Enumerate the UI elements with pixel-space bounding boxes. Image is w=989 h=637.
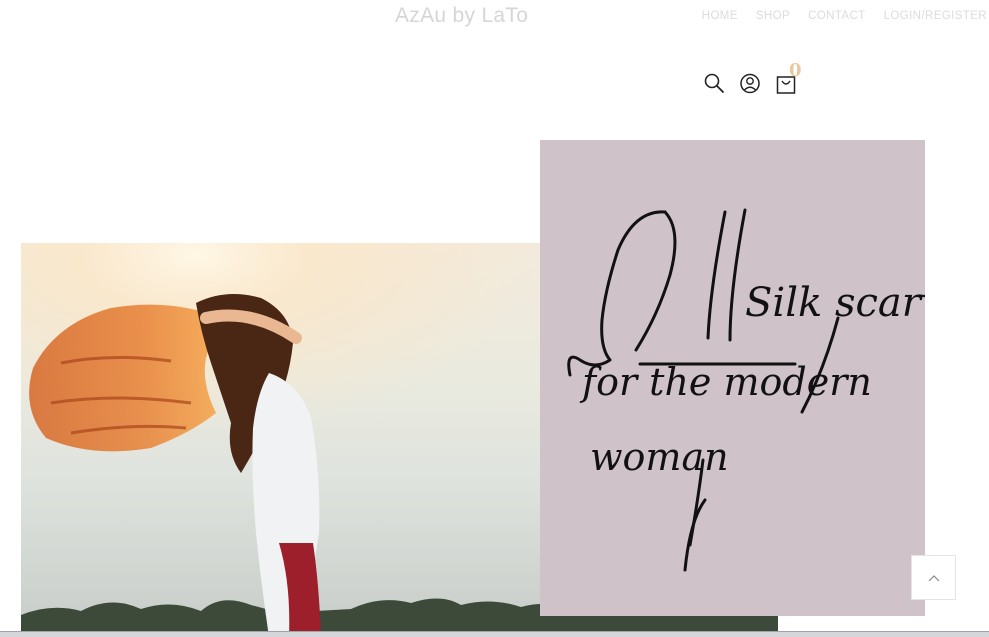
tagline-line-1: Silk scarves <box>745 280 925 326</box>
nav-contact-link[interactable]: CONTACT <box>808 10 866 22</box>
main-nav: HOME SHOP CONTACT LOGIN / REGISTER <box>702 10 987 22</box>
nav-login-link[interactable]: LOGIN <box>884 10 922 22</box>
back-to-top-button[interactable] <box>911 555 956 600</box>
hero-script-lettering: Silk scarves for the modern woman <box>567 208 925 572</box>
nav-home-link[interactable]: HOME <box>702 10 738 22</box>
tagline-line-2: for the modern <box>579 360 872 404</box>
chevron-up-icon <box>928 574 939 581</box>
account-button[interactable] <box>739 70 761 96</box>
hero-card: Silk scarves for the modern woman <box>540 140 925 616</box>
tagline-line-3: woman <box>590 435 729 479</box>
cart-button[interactable]: 0 <box>775 60 802 96</box>
search-button[interactable] <box>703 70 725 96</box>
nav-register-link[interactable]: REGISTER <box>925 10 987 22</box>
nav-auth: LOGIN / REGISTER <box>884 10 987 22</box>
site-title[interactable]: AzAu by LaTo <box>395 4 528 28</box>
header-icons: 0 <box>703 60 802 96</box>
search-icon <box>704 73 724 93</box>
user-icon <box>740 73 760 94</box>
cart-count-badge: 0 <box>789 60 802 81</box>
nav-shop-link[interactable]: SHOP <box>756 10 790 22</box>
os-taskbar <box>0 631 989 637</box>
page: AzAu by LaTo HOME SHOP CONTACT LOGIN / R… <box>0 0 989 637</box>
